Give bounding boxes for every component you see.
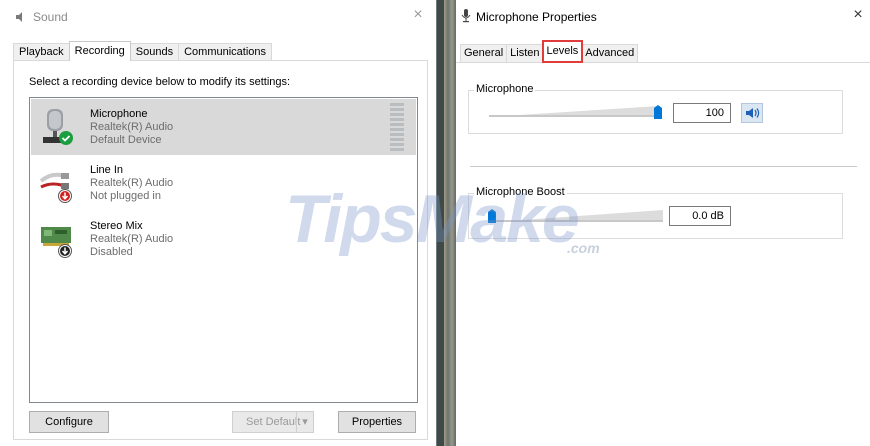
tab-sounds[interactable]: Sounds	[129, 43, 180, 61]
properties-close-button[interactable]: ×	[848, 6, 868, 24]
recording-instruction: Select a recording device below to modif…	[29, 76, 291, 88]
device-status: Default Device	[90, 134, 162, 146]
tab-communications[interactable]: Communications	[178, 43, 273, 61]
properties-title: Microphone Properties	[476, 10, 597, 24]
microphone-icon	[43, 109, 73, 145]
microphone-boost-value[interactable]: 0.0 dB	[669, 206, 731, 226]
chevron-down-icon: ▾	[296, 412, 313, 432]
mute-toggle-button[interactable]	[741, 103, 763, 123]
tab-levels[interactable]: Levels	[541, 40, 584, 63]
section-divider	[470, 166, 857, 167]
sound-tabs: Playback Recording Sounds Communications	[13, 41, 273, 61]
device-name: Stereo Mix	[90, 220, 143, 232]
device-status: Not plugged in	[90, 190, 161, 202]
properties-tabs: General Listen Levels Advanced	[460, 40, 639, 63]
configure-button[interactable]: Configure	[29, 411, 109, 433]
tab-general[interactable]: General	[460, 44, 508, 62]
microphone-icon	[461, 9, 471, 23]
device-driver: Realtek(R) Audio	[90, 233, 174, 245]
sound-titlebar: Sound ×	[0, 0, 436, 34]
level-meter	[390, 103, 404, 151]
device-status: Disabled	[90, 246, 133, 258]
device-name: Line In	[90, 164, 124, 176]
sound-title: Sound	[33, 10, 68, 24]
slider-thumb	[654, 105, 662, 119]
set-default-button: Set Default ▾	[232, 411, 314, 433]
list-item-microphone[interactable]: Microphone Realtek(R) Audio Default Devi…	[31, 99, 416, 155]
microphone-level-label: Microphone	[474, 83, 536, 95]
properties-button[interactable]: Properties	[338, 411, 416, 433]
line-in-cable-icon	[39, 172, 72, 203]
microphone-volume-value[interactable]: 100	[673, 103, 731, 123]
microphone-volume-slider[interactable]	[489, 100, 667, 122]
sound-close-button[interactable]: ×	[408, 6, 428, 24]
watermark: TipsMake	[285, 181, 580, 257]
sound-card-icon	[41, 227, 72, 258]
tab-advanced[interactable]: Advanced	[581, 44, 639, 62]
device-driver: Realtek(R) Audio	[90, 121, 174, 133]
watermark-domain: .com	[567, 240, 600, 256]
tab-recording[interactable]: Recording	[68, 41, 131, 61]
device-name: Microphone	[90, 108, 148, 120]
microphone-level-group: Microphone 100	[468, 83, 843, 134]
speaker-icon	[746, 108, 760, 118]
speaker-icon	[16, 12, 22, 22]
device-driver: Realtek(R) Audio	[90, 177, 174, 189]
tab-playback[interactable]: Playback	[13, 43, 70, 61]
tab-listen[interactable]: Listen	[506, 44, 544, 62]
set-default-label: Set Default	[246, 416, 301, 428]
check-badge-icon	[59, 131, 73, 145]
